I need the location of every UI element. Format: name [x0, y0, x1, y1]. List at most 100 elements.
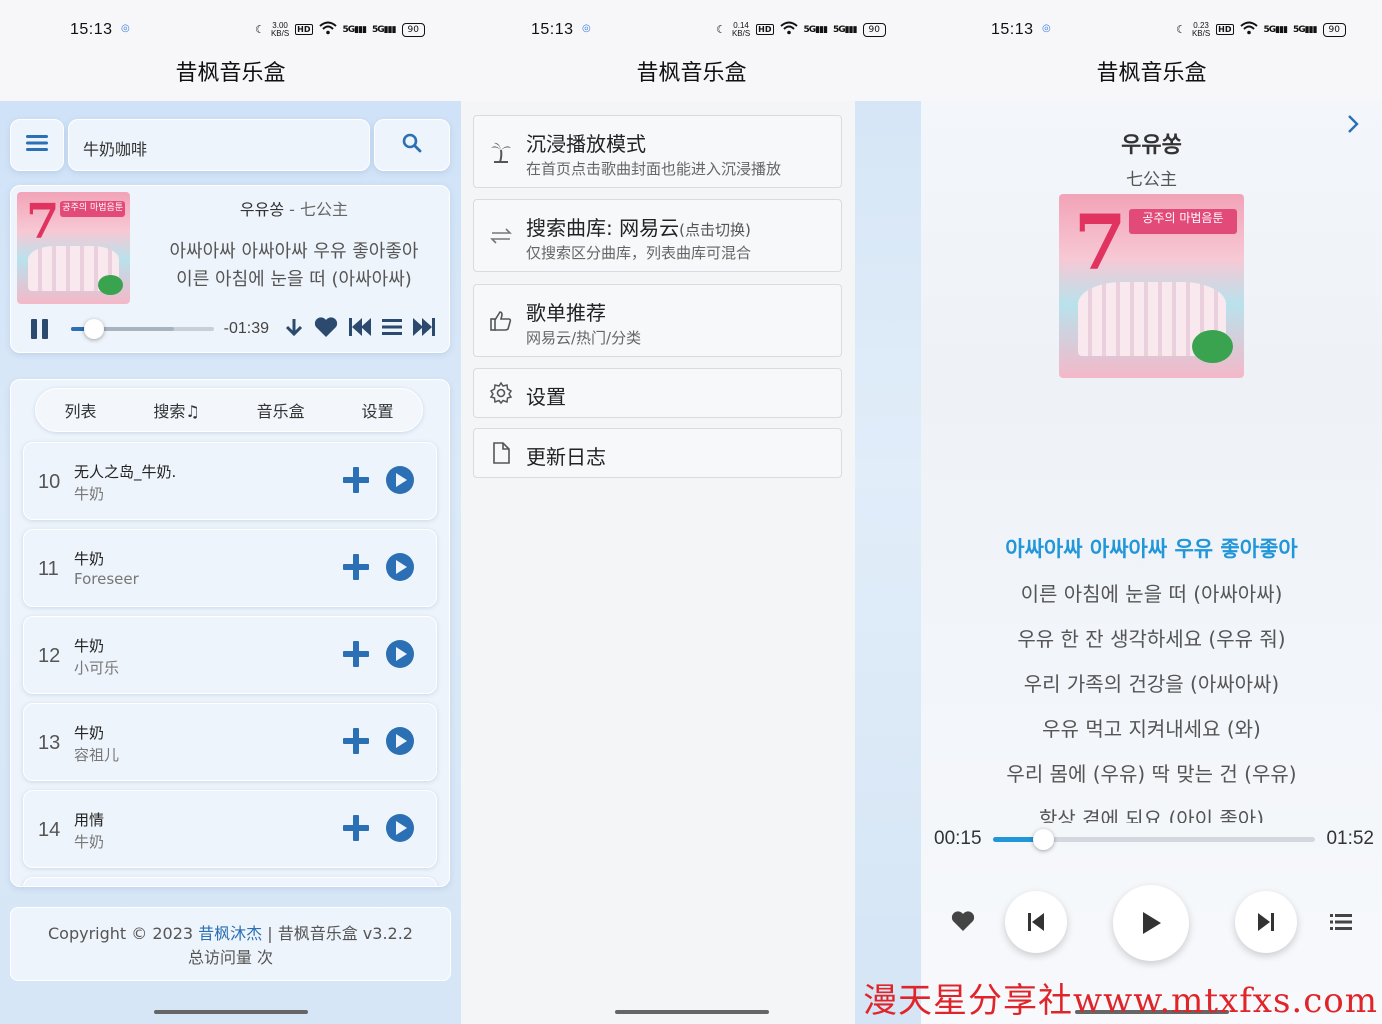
wifi-icon [1239, 21, 1258, 38]
heart-icon [951, 911, 975, 931]
plus-icon [343, 467, 369, 493]
search-icon [402, 133, 422, 157]
list-item[interactable]: 14 用情 牛奶 [23, 790, 437, 868]
version-text: | 昔枫音乐盒 v3.2.2 [262, 924, 413, 943]
add-to-list-button[interactable] [342, 640, 370, 672]
search-button[interactable] [374, 119, 450, 171]
next-button[interactable] [1235, 891, 1297, 953]
play-track-button[interactable] [386, 640, 414, 672]
download-icon [284, 317, 304, 341]
hd-icon: HD [295, 24, 313, 35]
now-playing-title: 우유쏭 - 七公主 [149, 196, 439, 220]
list-item-partial[interactable] [23, 877, 437, 886]
progress-knob[interactable] [1032, 829, 1054, 850]
tab-bar: 列表 搜索♫ 音乐盒 设置 [35, 388, 423, 432]
lyrics-view[interactable]: 아싸아싸 아싸아싸 우유 좋아좋아 이른 아침에 눈을 떠 (아싸아싸) 우유 … [921, 527, 1382, 823]
net-speed-unit: KB/S [270, 28, 290, 38]
lyric-line: 우리 가족의 건강을 (아싸아싸) [1023, 672, 1280, 696]
progress-slider[interactable] [71, 319, 214, 339]
home-indicator[interactable] [614, 1010, 769, 1014]
play-button[interactable] [1113, 885, 1189, 961]
menu-title: 设置 [526, 385, 566, 409]
track-title: 无人之岛_牛奶. [74, 463, 177, 481]
add-to-list-button[interactable] [342, 553, 370, 585]
menu-changelog[interactable]: 更新日志 [473, 428, 842, 478]
favorite-button[interactable] [314, 316, 338, 342]
add-to-list-button[interactable] [342, 814, 370, 846]
play-track-button[interactable] [386, 553, 414, 585]
play-circle-icon [386, 640, 414, 668]
list-icon [1330, 914, 1352, 930]
menu-title-hint: (点击切换) [679, 221, 751, 239]
list-icon [382, 318, 402, 340]
list-item[interactable]: 11 牛奶 Foreseer [23, 529, 437, 607]
watermark: 漫天星分享社www.mtxfxs.com [863, 981, 1378, 1021]
track-title: 牛奶 [74, 724, 105, 742]
moon-icon: ☾ [255, 23, 265, 36]
skip-next-icon [1258, 913, 1274, 931]
add-to-list-button[interactable] [342, 727, 370, 759]
status-time: 15:13 [991, 21, 1034, 38]
play-track-button[interactable] [386, 466, 414, 498]
cover-banner-text: 공주의 마법음툰 [1129, 208, 1237, 235]
menu-playlist-recommend[interactable]: 歌单推荐 网易云/热门/分类 [473, 284, 842, 357]
moon-icon: ☾ [716, 23, 726, 36]
track-artist: 牛奶 [74, 833, 105, 851]
track-number: 11 [38, 558, 59, 580]
track-title: 用情 [74, 811, 105, 829]
tab-search[interactable]: 搜索♫ [153, 398, 199, 422]
progress-knob[interactable] [83, 319, 104, 339]
lyric-line: 우유 먹고 지켜내세요 (와) [1042, 717, 1261, 741]
author-link[interactable]: 昔枫沐杰 [198, 924, 262, 943]
list-item[interactable]: 10 无人之岛_牛奶. 牛奶 [23, 442, 437, 520]
status-bar: 15:13 ◎ ☾ 0.23 KB/S HD 5G▮▮▮ 5G▮▮▮ 90 [921, 0, 1382, 62]
hd-icon: HD [1216, 24, 1234, 35]
tab-settings[interactable]: 设置 [362, 398, 394, 422]
previous-button[interactable] [1005, 891, 1067, 953]
track-artist: 小可乐 [74, 659, 120, 677]
menu-immersive-mode[interactable]: 沉浸播放模式 在首页点击歌曲封面也能进入沉浸播放 [473, 115, 842, 188]
add-to-list-button[interactable] [342, 466, 370, 498]
signal-5g-2-icon: 5G▮▮▮ [372, 24, 396, 35]
list-item[interactable]: 13 牛奶 容祖儿 [23, 703, 437, 781]
menu-settings[interactable]: 设置 [473, 368, 842, 418]
total-time: 01:52 [1326, 828, 1374, 849]
playlist-button[interactable] [1330, 913, 1352, 935]
search-input[interactable]: 牛奶咖啡 [68, 119, 370, 171]
gear-icon [488, 380, 514, 406]
pause-button[interactable] [30, 318, 50, 340]
download-button[interactable] [284, 317, 304, 341]
favorite-button[interactable] [951, 911, 975, 936]
now-playing-card: 7 공주의 마법음툰 우유쏭 - 七公主 아싸아싸 아싸아싸 우유 좋아좋아 이… [10, 185, 450, 353]
status-time: 15:13 [70, 21, 113, 38]
menu-title: 歌单推荐 [526, 301, 606, 325]
menu-search-source[interactable]: 搜索曲库: 网易云(点击切换) 仅搜索区分曲库，列表曲库可混合 [473, 199, 842, 272]
track-number: 13 [38, 732, 61, 754]
hamburger-icon [26, 134, 48, 156]
menu-title: 沉浸播放模式 [526, 132, 646, 156]
list-item[interactable]: 12 牛奶 小可乐 [23, 616, 437, 694]
footer: Copyright © 2023 昔枫沐杰 | 昔枫音乐盒 v3.2.2 总访问… [10, 907, 451, 981]
player-progress-slider[interactable] [993, 829, 1315, 850]
drawer-scrim[interactable] [855, 101, 922, 1024]
play-track-button[interactable] [386, 727, 414, 759]
play-track-button[interactable] [386, 814, 414, 846]
skip-next-icon [412, 317, 436, 341]
home-indicator[interactable] [153, 1010, 308, 1014]
signal-5g-icon: 5G▮▮▮ [342, 24, 367, 35]
track-artist: 牛奶 [74, 485, 105, 503]
player-album-cover[interactable]: 7 공주의 마법음툰 [1059, 194, 1244, 378]
tab-musicbox[interactable]: 音乐盒 [257, 398, 305, 422]
previous-button[interactable] [348, 317, 372, 341]
playlist-button[interactable] [382, 318, 402, 340]
app-notification-icon: ◎ [1042, 23, 1051, 34]
track-number: 12 [38, 645, 61, 667]
menu-button[interactable] [10, 119, 64, 171]
wifi-icon [779, 21, 798, 38]
play-circle-icon [386, 553, 414, 581]
tab-list[interactable]: 列表 [64, 398, 96, 422]
album-cover[interactable]: 7 공주의 마법음툰 [17, 192, 130, 304]
net-speed-unit: KB/S [1191, 28, 1211, 38]
next-button[interactable] [412, 317, 436, 341]
signal-5g-2-icon: 5G▮▮▮ [833, 24, 857, 35]
